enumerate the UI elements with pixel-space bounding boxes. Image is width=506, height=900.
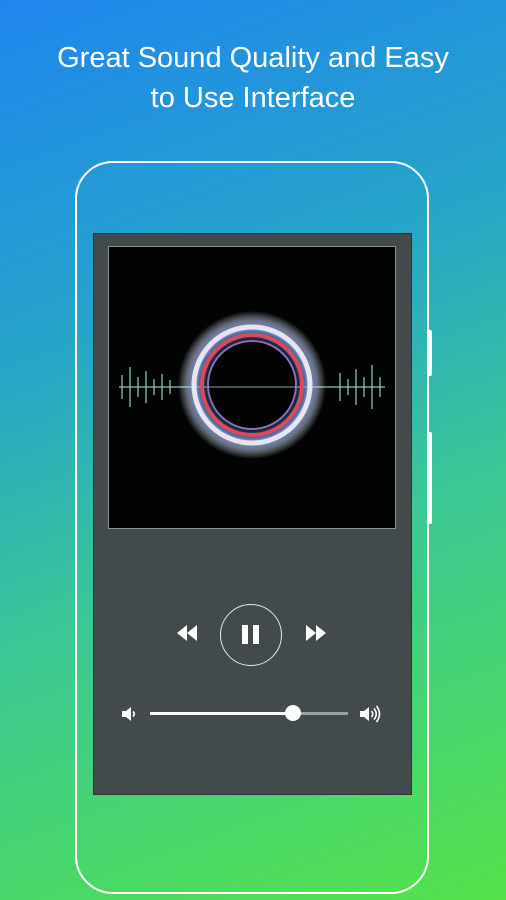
rewind-button[interactable] — [176, 623, 198, 648]
volume-slider-row — [94, 699, 413, 729]
volume-track[interactable] — [150, 712, 348, 715]
pause-button[interactable] — [220, 604, 282, 666]
album-artwork — [108, 246, 396, 529]
volume-low-button[interactable] — [120, 705, 138, 728]
phone-side-button — [428, 432, 432, 524]
glowing-ring-artwork-icon — [119, 311, 385, 459]
pause-icon — [242, 625, 259, 644]
phone-side-button — [428, 330, 432, 376]
volume-track-fill — [150, 712, 293, 715]
headline-line-2: to Use Interface — [150, 82, 356, 114]
player-screen — [93, 233, 412, 795]
volume-high-icon — [360, 705, 381, 723]
fast-forward-button[interactable] — [305, 623, 327, 648]
volume-high-button[interactable] — [358, 704, 382, 729]
headline-line-1: Great Sound Quality and Easy — [57, 42, 449, 74]
volume-thumb[interactable] — [284, 705, 301, 721]
playback-controls — [94, 602, 413, 672]
rewind-icon — [177, 625, 197, 641]
fast-forward-icon — [306, 625, 326, 641]
headline: Great Sound Quality and Easy to Use Inte… — [0, 38, 506, 118]
volume-low-icon — [122, 707, 136, 721]
